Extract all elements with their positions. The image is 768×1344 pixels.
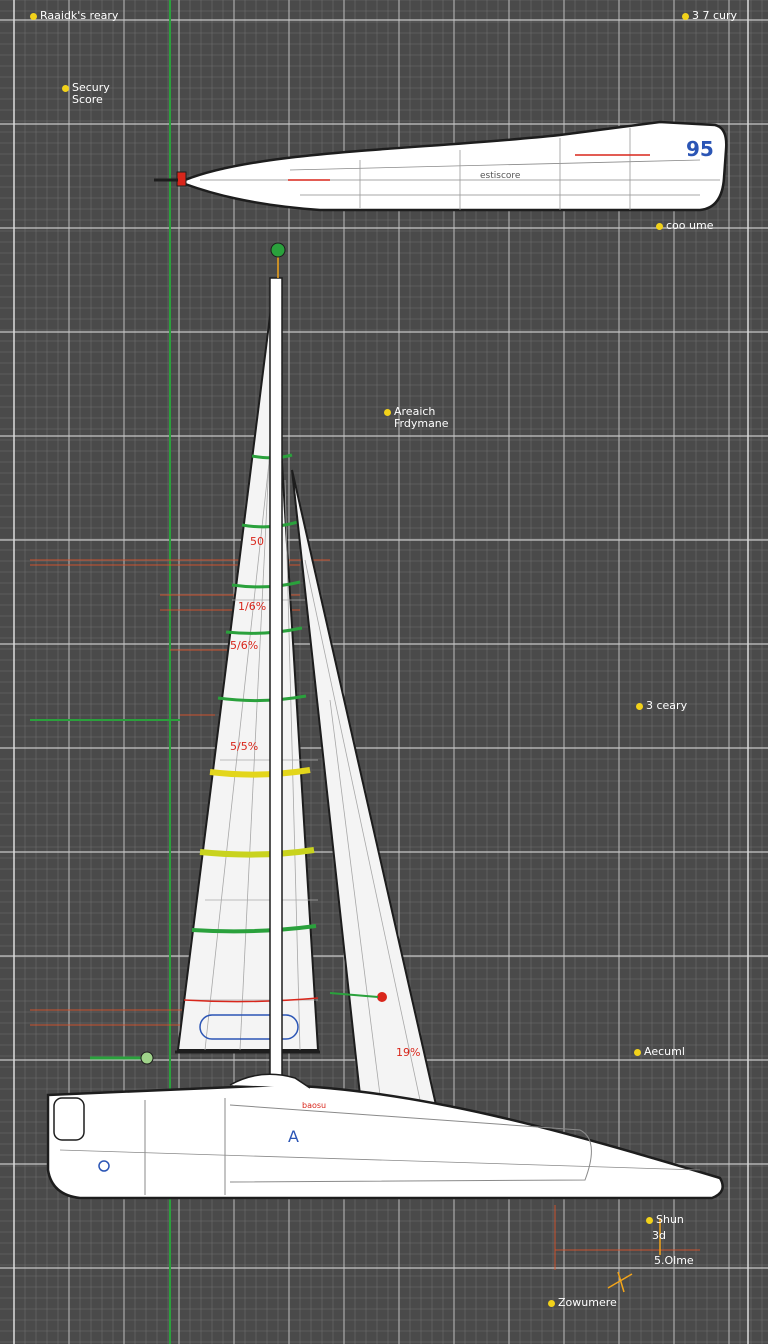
sail-label-2: 1/6% bbox=[238, 600, 266, 613]
mainsail bbox=[90, 299, 320, 1065]
diagram-canvas: 95 estiscore 50 1/6% 5/6% 5/5% 19% baosu… bbox=[0, 0, 768, 1344]
callout-top-left: Raaidk's reary bbox=[30, 10, 118, 22]
callout-top-right: 3 7 cury bbox=[682, 10, 737, 22]
marker-dot-icon bbox=[634, 1048, 641, 1056]
top-hull-number: 95 bbox=[686, 137, 714, 161]
callout-score: Secury Score bbox=[62, 82, 110, 106]
marker-dot-icon bbox=[682, 12, 689, 20]
marker-dot-icon bbox=[62, 84, 69, 92]
callout-mid-right: 3 ceary bbox=[636, 700, 687, 712]
top-hull-view bbox=[154, 120, 728, 212]
callout-bottom-3: 5.Olme bbox=[654, 1254, 694, 1267]
jib-label: 19% bbox=[396, 1046, 420, 1059]
sail-label-3: 5/6% bbox=[230, 639, 258, 652]
sailboat-drawing: 95 estiscore 50 1/6% 5/6% 5/5% 19% baosu… bbox=[13, 0, 749, 1344]
marker-dot-icon bbox=[646, 1216, 653, 1224]
sail-label-4: 5/5% bbox=[230, 740, 258, 753]
marker-dot-icon bbox=[548, 1299, 555, 1307]
sail-label-1: 50 bbox=[250, 535, 264, 548]
hull-label: baosu bbox=[302, 1101, 326, 1110]
callout-mast: Areaich Frdymane bbox=[384, 406, 449, 430]
callout-lower-right: Aecuml bbox=[634, 1046, 685, 1058]
marker-dot-icon bbox=[656, 222, 663, 230]
mast bbox=[269, 242, 286, 1089]
callout-bottom-4: Zowumere bbox=[548, 1297, 617, 1309]
callout-side-view: coo ume bbox=[656, 220, 713, 232]
marker-dot-icon bbox=[384, 408, 391, 416]
marker-dot-icon bbox=[30, 12, 37, 20]
top-hull-label: estiscore bbox=[480, 171, 521, 181]
marker-dot-icon bbox=[636, 702, 643, 710]
hull-number: A bbox=[288, 1127, 299, 1146]
callout-bottom-1: Shun bbox=[646, 1214, 684, 1226]
callout-bottom-2: 3d bbox=[652, 1229, 666, 1242]
